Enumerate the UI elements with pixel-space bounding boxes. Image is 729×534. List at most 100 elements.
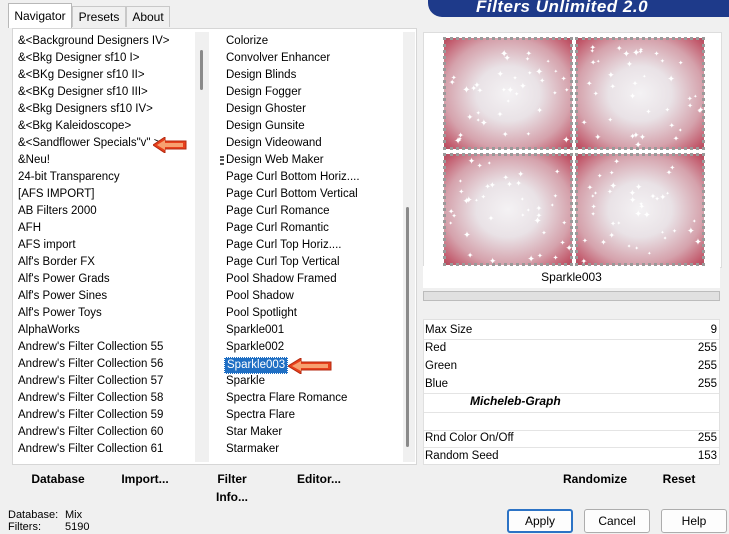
- sparkle-icon: ✦: [672, 228, 678, 235]
- list-item[interactable]: Page Curl Romance: [224, 203, 404, 220]
- sparkle-icon: ✦: [512, 75, 518, 82]
- database-button[interactable]: Database: [30, 470, 86, 488]
- list-item[interactable]: AFS import: [16, 237, 194, 254]
- tab-presets[interactable]: Presets: [72, 6, 126, 27]
- credit-text: Micheleb-Graph: [470, 394, 561, 408]
- sparkle-icon: ✦: [586, 78, 593, 88]
- cancel-button[interactable]: Cancel: [584, 509, 650, 533]
- list-item[interactable]: Alf's Power Sines: [16, 288, 194, 305]
- list-item[interactable]: Colorize: [224, 33, 404, 50]
- tab-about[interactable]: About: [126, 6, 170, 27]
- list-item[interactable]: Andrew's Filter Collection 58: [16, 390, 194, 407]
- list-item-label: Design Blinds: [226, 69, 297, 81]
- list-item-label: Andrew's Filter Collection 56: [18, 358, 164, 370]
- apply-button[interactable]: Apply: [507, 509, 573, 533]
- list-item[interactable]: Star Maker: [224, 424, 404, 441]
- list-item[interactable]: Alf's Power Grads: [16, 271, 194, 288]
- sparkle-icon: ✦: [631, 47, 641, 59]
- randomize-button[interactable]: Randomize: [562, 470, 628, 488]
- list-item[interactable]: Alf's Border FX: [16, 254, 194, 271]
- list-item[interactable]: Design Ghoster: [224, 101, 404, 118]
- list-item[interactable]: AFH: [16, 220, 194, 237]
- list-item[interactable]: &<BKg Designer sf10 III>: [16, 84, 194, 101]
- list-item-label: Page Curl Romantic: [226, 222, 329, 234]
- sparkle-icon: ✦: [616, 220, 621, 227]
- sparkle-icon: ✦: [609, 82, 616, 91]
- list-item[interactable]: Design Web Maker: [224, 152, 404, 169]
- list-item[interactable]: Page Curl Top Vertical: [224, 254, 404, 271]
- reset-button[interactable]: Reset: [660, 470, 698, 488]
- list-item-label: Star Maker: [226, 426, 283, 438]
- list-item[interactable]: Andrew's Filter Collection 57: [16, 373, 194, 390]
- list-item[interactable]: Andrew's Filter Collection 56: [16, 356, 194, 373]
- category-scrollbar[interactable]: [195, 32, 209, 462]
- list-item[interactable]: Page Curl Bottom Vertical: [224, 186, 404, 203]
- list-item[interactable]: &<Background Designers IV>: [16, 33, 194, 50]
- list-item[interactable]: Spectra Flare Romance: [224, 390, 404, 407]
- list-item[interactable]: Spectra Flare: [224, 407, 404, 424]
- sparkle-icon: ✦: [525, 55, 531, 63]
- list-item[interactable]: Sparkle: [224, 373, 404, 390]
- sparkle-icon: ✦: [505, 99, 511, 106]
- tab-navigator[interactable]: Navigator: [8, 3, 72, 28]
- sparkle-icon: ✦: [653, 50, 660, 58]
- list-item-label: Starmaker: [226, 443, 280, 455]
- list-item[interactable]: &<BKg Designer sf10 II>: [16, 67, 194, 84]
- list-item[interactable]: Convolver Enhancer: [224, 50, 404, 67]
- sparkle-icon: ✦: [552, 90, 558, 97]
- list-item[interactable]: Andrew's Filter Collection 60: [16, 424, 194, 441]
- param-rnd-color[interactable]: Rnd Color On/Off 255: [424, 429, 719, 448]
- param-green[interactable]: Green 255: [424, 357, 719, 375]
- list-item[interactable]: Page Curl Romantic: [224, 220, 404, 237]
- list-item[interactable]: Design Gunsite: [224, 118, 404, 135]
- sparkle-icon: ✦: [549, 203, 555, 209]
- list-item[interactable]: Sparkle002: [224, 339, 404, 356]
- list-item[interactable]: AlphaWorks: [16, 322, 194, 339]
- category-scroll-thumb[interactable]: [200, 50, 203, 90]
- list-item[interactable]: Sparkle001: [224, 322, 404, 339]
- list-item[interactable]: Design Videowand: [224, 135, 404, 152]
- filter-scroll-thumb[interactable]: [406, 207, 409, 447]
- sparkle-icon: ✦: [496, 69, 504, 79]
- param-random-seed[interactable]: Random Seed 153: [424, 447, 719, 465]
- list-item[interactable]: Andrew's Filter Collection 55: [16, 339, 194, 356]
- sparkle-icon: ✦: [687, 103, 693, 111]
- filter-info-button[interactable]: Filter Info...: [200, 470, 264, 504]
- list-item[interactable]: &<Bkg Designers sf10 IV>: [16, 101, 194, 118]
- sparkle-icon: ✦: [686, 226, 695, 237]
- list-item[interactable]: Starmaker: [224, 441, 404, 458]
- param-value: 9: [710, 324, 717, 336]
- list-item[interactable]: Andrew's Filter Collection 61: [16, 441, 194, 458]
- sparkle-icon: ✦: [664, 107, 670, 115]
- sparkle-icon: ✦: [696, 109, 702, 116]
- list-item[interactable]: Alf's Power Toys: [16, 305, 194, 322]
- param-max-size[interactable]: Max Size 9: [424, 321, 719, 340]
- help-button[interactable]: Help: [661, 509, 727, 533]
- list-item[interactable]: &<Bkg Kaleidoscope>: [16, 118, 194, 135]
- param-blue[interactable]: Blue 255: [424, 375, 719, 394]
- list-item[interactable]: 24-bit Transparency: [16, 169, 194, 186]
- sparkle-icon: ✦: [536, 251, 544, 261]
- filter-scrollbar[interactable]: [403, 32, 415, 462]
- param-red[interactable]: Red 255: [424, 339, 719, 357]
- list-item[interactable]: [AFS IMPORT]: [16, 186, 194, 203]
- list-item[interactable]: Design Fogger: [224, 84, 404, 101]
- list-item[interactable]: Page Curl Bottom Horiz....: [224, 169, 404, 186]
- list-item[interactable]: Andrew's Filter Collection 59: [16, 407, 194, 424]
- list-item[interactable]: Pool Shadow Framed: [224, 271, 404, 288]
- list-item-label: AFH: [18, 222, 41, 234]
- list-item[interactable]: Page Curl Top Horiz....: [224, 237, 404, 254]
- sparkle-icon: ✦: [560, 74, 567, 84]
- sparkle-icon: ✦: [586, 183, 593, 193]
- import-button[interactable]: Import...: [121, 470, 169, 488]
- list-item[interactable]: &Neu!: [16, 152, 194, 169]
- sparkle-icon: ✦: [466, 250, 474, 260]
- category-list[interactable]: &<Background Designers IV> &<Bkg Designer…: [16, 33, 194, 461]
- list-item[interactable]: Pool Spotlight: [224, 305, 404, 322]
- list-item[interactable]: Design Blinds: [224, 67, 404, 84]
- list-item[interactable]: &<Bkg Designer sf10 I>: [16, 50, 194, 67]
- list-item[interactable]: AB Filters 2000: [16, 203, 194, 220]
- list-item[interactable]: Pool Shadow: [224, 288, 404, 305]
- editor-button[interactable]: Editor...: [297, 470, 341, 488]
- filter-list[interactable]: Colorize Convolver Enhancer Design Blinds D…: [224, 33, 404, 461]
